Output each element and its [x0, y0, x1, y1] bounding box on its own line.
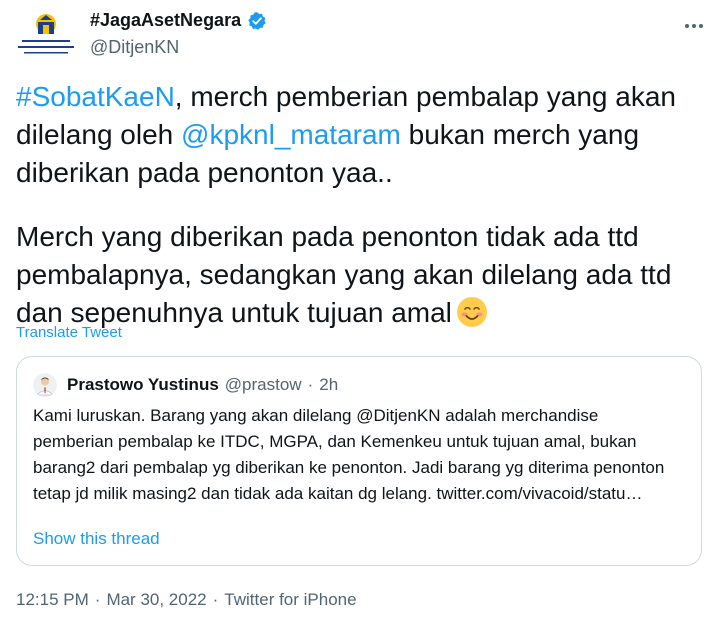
tweet-date[interactable]: Mar 30, 2022	[106, 590, 206, 610]
tweet-text: #SobatKaeN, merch pemberian pembalap yan…	[16, 78, 706, 332]
ministry-of-finance-logo-icon[interactable]	[16, 10, 76, 60]
quoted-timestamp[interactable]: 2h	[319, 375, 338, 395]
tweet-paragraph-1: #SobatKaeN, merch pemberian pembalap yan…	[16, 78, 706, 192]
author-display-name[interactable]: #JagaAsetNegara	[90, 10, 267, 31]
person-avatar-icon[interactable]	[33, 373, 57, 397]
quoted-author-name[interactable]: Prastowo Yustinus	[67, 375, 219, 395]
quoted-tweet-header: Prastowo Yustinus @prastow · 2h	[33, 373, 338, 397]
show-thread-link[interactable]: Show this thread	[33, 529, 160, 549]
author-name-text[interactable]: #JagaAsetNegara	[90, 10, 241, 31]
hashtag-link[interactable]: #SobatKaeN	[16, 81, 175, 112]
author-handle[interactable]: @DitjenKN	[90, 37, 267, 58]
ellipsis-icon[interactable]	[682, 14, 706, 38]
tweet-metadata: 12:15 PM · Mar 30, 2022 · Twitter for iP…	[16, 590, 357, 610]
mention-link[interactable]: @kpknl_mataram	[181, 119, 401, 150]
separator-dot: ·	[307, 375, 314, 394]
quoted-tweet-text: Kami luruskan. Barang yang akan dilelang…	[33, 406, 665, 503]
tweet-header: #JagaAsetNegara @DitjenKN	[16, 4, 706, 60]
quoted-tweet[interactable]: Prastowo Yustinus @prastow · 2h Kami lur…	[16, 356, 702, 566]
verified-badge-icon	[248, 11, 266, 30]
tweet-time[interactable]: 12:15 PM	[16, 590, 89, 610]
translate-tweet-link[interactable]: Translate Tweet	[16, 324, 122, 341]
separator-dot: ·	[94, 590, 101, 609]
smiling-face-with-blush-emoji	[456, 297, 487, 327]
tweet-source-link[interactable]: Twitter for iPhone	[224, 590, 356, 610]
separator-dot: ·	[212, 590, 219, 609]
author-names: #JagaAsetNegara @DitjenKN	[90, 10, 267, 58]
tweet-paragraph-2: Merch yang diberikan pada penonton tidak…	[16, 218, 706, 332]
tweet-text-part: Merch yang diberikan pada penonton tidak…	[16, 221, 672, 328]
quoted-author-handle[interactable]: @prastow	[225, 375, 302, 395]
